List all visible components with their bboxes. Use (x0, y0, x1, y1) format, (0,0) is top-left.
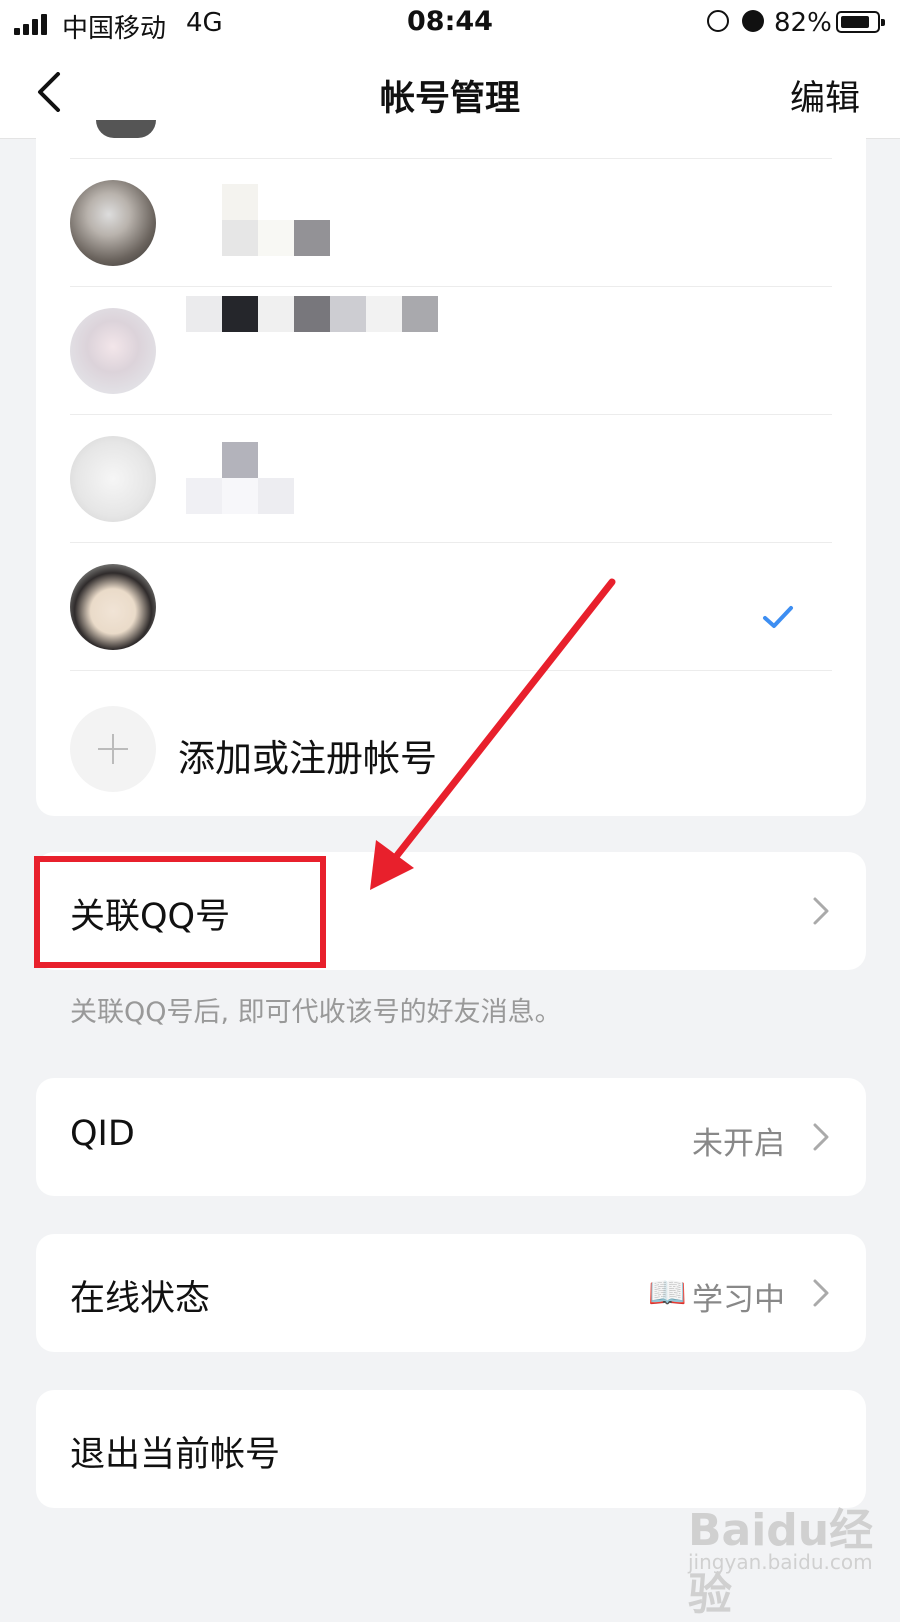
qid-card[interactable]: QID 未开启 (36, 1078, 866, 1196)
battery-cap (881, 19, 885, 26)
account-row[interactable] (70, 158, 832, 287)
blurred-name (186, 478, 222, 514)
blurred-name (402, 296, 438, 332)
chevron-right-icon (813, 897, 829, 925)
online-status-card[interactable]: 在线状态 📖 学习中 (36, 1234, 866, 1352)
online-status-label: 在线状态 (70, 1279, 211, 1319)
blurred-name (294, 220, 330, 256)
link-qq-hint: 关联QQ号后, 即可代收该号的好友消息。 (70, 997, 562, 1028)
blurred-name (330, 296, 366, 332)
add-account-icon[interactable] (70, 706, 156, 792)
anime-boy-avatar (70, 564, 156, 650)
blurred-name (258, 220, 294, 256)
account-row[interactable] (70, 542, 832, 671)
accounts-card (36, 120, 866, 816)
blurred-name (258, 296, 294, 332)
blurred-name (222, 296, 258, 332)
cat-avatar (70, 180, 156, 266)
blurred-name (222, 442, 258, 478)
orientation-lock-icon (707, 10, 729, 32)
qid-status: 未开启 (692, 1126, 785, 1162)
logout-label: 退出当前帐号 (70, 1435, 281, 1475)
clock: 08:44 (407, 6, 493, 37)
battery-percent: 82% (774, 8, 832, 38)
chevron-right-icon (813, 1279, 829, 1307)
logout-card[interactable]: 退出当前帐号 (36, 1390, 866, 1508)
add-account-label[interactable]: 添加或注册帐号 (178, 728, 437, 782)
page-title: 帐号管理 (379, 79, 520, 119)
qid-label: QID (70, 1114, 135, 1154)
selected-check-icon (763, 606, 793, 628)
partial-avatar (96, 120, 156, 138)
online-status-value: 学习中 (692, 1282, 785, 1318)
account-row[interactable] (70, 286, 832, 415)
alarm-icon (742, 10, 764, 32)
anime-girl-avatar (70, 308, 156, 394)
battery-icon (836, 11, 885, 33)
battery-fill (841, 16, 869, 28)
blurred-name (366, 296, 402, 332)
sketch-avatar (70, 436, 156, 522)
book-icon: 📖 (648, 1275, 687, 1311)
blurred-name (186, 296, 222, 332)
watermark-url: jingyan.baidu.com (688, 1550, 873, 1574)
status-bar: 中国移动 4G 08:44 82% (0, 0, 900, 48)
account-row[interactable] (70, 414, 832, 543)
blurred-name (294, 296, 330, 332)
blurred-name (258, 478, 294, 514)
blurred-name (222, 184, 258, 220)
highlight-box (34, 856, 326, 968)
chevron-right-icon (813, 1123, 829, 1151)
edit-button[interactable]: 编辑 (790, 70, 860, 121)
blurred-name (222, 220, 258, 256)
blurred-name (222, 478, 258, 514)
